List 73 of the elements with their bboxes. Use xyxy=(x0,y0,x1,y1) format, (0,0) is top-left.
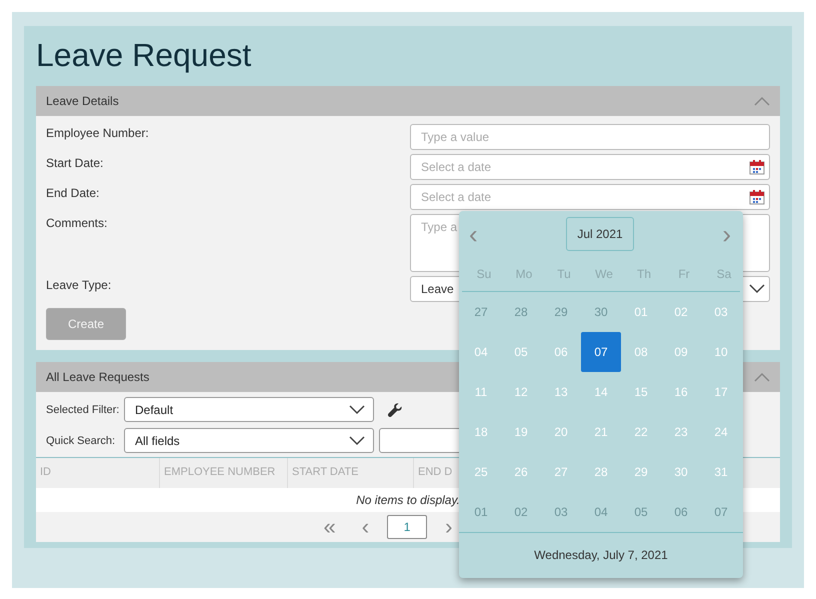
next-page-button[interactable]: › xyxy=(437,516,460,538)
create-button[interactable]: Create xyxy=(46,308,126,340)
date-field[interactable]: Select a date xyxy=(410,184,770,210)
calendar-day[interactable]: 03 xyxy=(541,492,581,532)
calendar-icon[interactable] xyxy=(749,159,765,175)
calendar-day[interactable]: 23 xyxy=(661,412,701,452)
previous-page-button[interactable]: ‹ xyxy=(354,516,378,538)
filter-select[interactable]: Default xyxy=(124,397,374,422)
page-title: Leave Request xyxy=(36,36,252,75)
calendar-day[interactable]: 06 xyxy=(541,332,581,372)
calendar-day[interactable]: 25 xyxy=(461,452,501,492)
calendar-day[interactable]: 07 xyxy=(581,332,621,372)
field-label: End Date: xyxy=(46,185,100,202)
calendar-day[interactable]: 29 xyxy=(621,452,661,492)
previous-month-button[interactable]: ‹ xyxy=(465,218,482,250)
calendar-day[interactable]: 04 xyxy=(461,332,501,372)
panel-title: Leave Details xyxy=(46,94,119,108)
calendar-day[interactable]: 22 xyxy=(621,412,661,452)
next-month-button[interactable]: › xyxy=(718,218,735,250)
calendar-day[interactable]: 30 xyxy=(581,292,621,332)
calendar-day[interactable]: 03 xyxy=(701,292,741,332)
calendar-day[interactable]: 26 xyxy=(501,452,541,492)
input-field[interactable]: Type a value xyxy=(410,124,770,150)
field-label: Leave Type: xyxy=(46,277,112,294)
calendar-day[interactable]: 16 xyxy=(661,372,701,412)
calendar-day[interactable]: 04 xyxy=(581,492,621,532)
chevron-down-icon xyxy=(349,404,365,414)
calendar-day[interactable]: 01 xyxy=(461,492,501,532)
calendar-day[interactable]: 27 xyxy=(541,452,581,492)
calendar-day[interactable]: 15 xyxy=(621,372,661,412)
calendar-day[interactable]: 14 xyxy=(581,372,621,412)
calendar-day[interactable]: 24 xyxy=(701,412,741,452)
calendar-day[interactable]: 27 xyxy=(461,292,501,332)
calendar-day[interactable]: 02 xyxy=(501,492,541,532)
calendar-day[interactable]: 28 xyxy=(581,452,621,492)
search-field-select[interactable]: All fields xyxy=(124,428,374,453)
search-label: Quick Search: xyxy=(46,434,116,446)
date-field[interactable]: Select a date xyxy=(410,154,770,180)
chevron-down-icon xyxy=(349,436,365,446)
calendar-day[interactable]: 11 xyxy=(461,372,501,412)
calendar-day[interactable]: 29 xyxy=(541,292,581,332)
calendar-day[interactable]: 19 xyxy=(501,412,541,452)
calendar-icon[interactable] xyxy=(749,189,765,205)
calendar-day[interactable]: 07 xyxy=(701,492,741,532)
calendar-day[interactable]: 08 xyxy=(621,332,661,372)
calendar-day[interactable]: 21 xyxy=(581,412,621,452)
calendar-day[interactable]: 06 xyxy=(661,492,701,532)
calendar-day[interactable]: 30 xyxy=(661,452,701,492)
calendar-day[interactable]: 13 xyxy=(541,372,581,412)
month-button[interactable]: Jul 2021 xyxy=(566,217,634,251)
empty-message: No items to display. xyxy=(356,493,460,507)
calendar-day[interactable]: 18 xyxy=(461,412,501,452)
calendar-day[interactable]: 02 xyxy=(661,292,701,332)
panel-title: All Leave Requests xyxy=(46,370,150,384)
chevron-down-icon xyxy=(749,284,765,294)
calendar-day[interactable]: 01 xyxy=(621,292,661,332)
calendar-day[interactable]: 17 xyxy=(701,372,741,412)
field-label: Start Date: xyxy=(46,155,104,172)
wrench-icon[interactable] xyxy=(387,402,403,418)
filter-label: Selected Filter: xyxy=(46,404,120,416)
calendar-day[interactable]: 20 xyxy=(541,412,581,452)
first-page-button[interactable]: « xyxy=(316,516,344,538)
page-number-field[interactable]: 1 xyxy=(387,515,428,539)
calendar-day[interactable]: 05 xyxy=(501,332,541,372)
calendar-day[interactable]: 28 xyxy=(501,292,541,332)
selected-date-text: Wednesday, July 7, 2021 xyxy=(534,548,668,562)
calendar-day[interactable]: 09 xyxy=(661,332,701,372)
calendar-day[interactable]: 12 xyxy=(501,372,541,412)
calendar-day[interactable]: 31 xyxy=(701,452,741,492)
calendar-day[interactable]: 10 xyxy=(701,332,741,372)
calendar-day[interactable]: 05 xyxy=(621,492,661,532)
field-label: Employee Number: xyxy=(46,125,149,142)
field-label: Comments: xyxy=(46,215,108,232)
